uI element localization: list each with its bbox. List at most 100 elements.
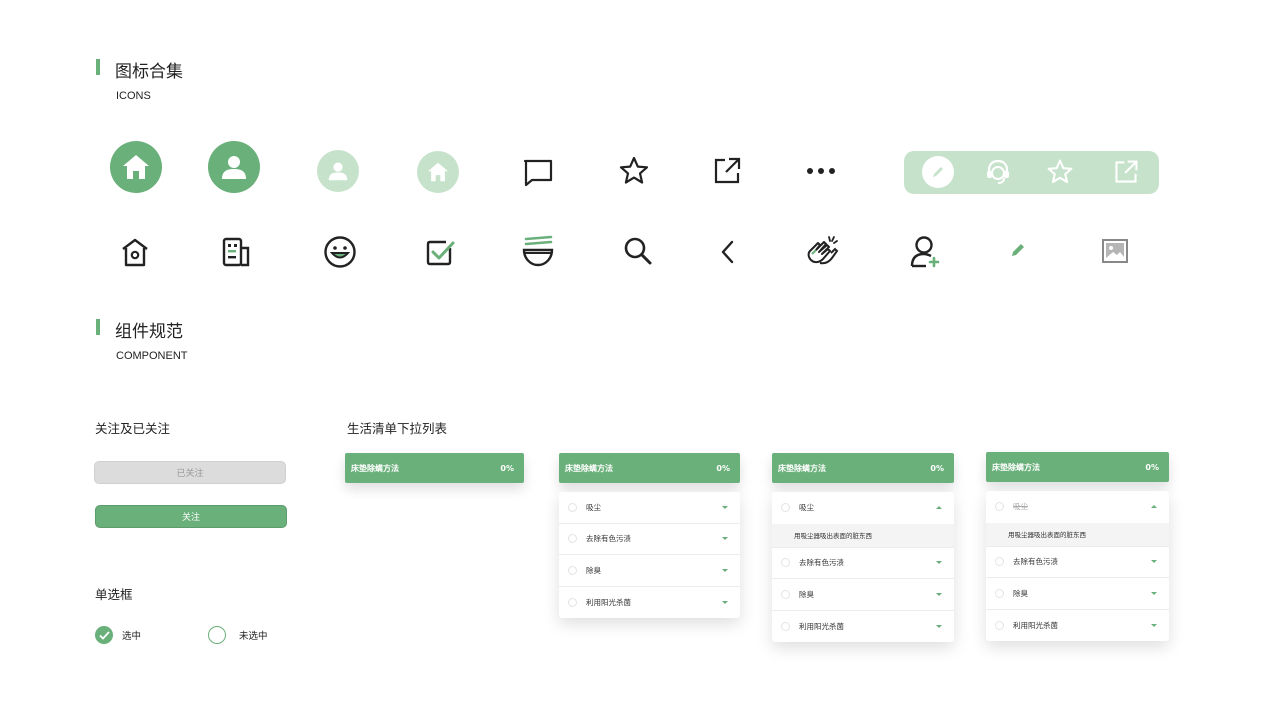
dropdown-header[interactable]: 床垫除螨方法 0% <box>986 452 1169 482</box>
item-check[interactable] <box>995 557 1004 567</box>
radio-checked-label: 选中 <box>122 631 142 642</box>
list-item[interactable]: 去除有色污渍 <box>772 548 954 579</box>
radio-unchecked[interactable]: 未选中 <box>208 626 268 644</box>
item-check[interactable] <box>781 503 790 513</box>
list-item[interactable]: 利用阳光杀菌 <box>559 587 740 619</box>
chevron-down-icon[interactable] <box>722 600 728 604</box>
dropdown-open: 床垫除螨方法 0% 吸尘 去除有色污渍 除臭 利用阳光杀菌 <box>559 453 740 618</box>
more-icon[interactable] <box>804 163 838 179</box>
dropdown-percent: 0% <box>930 463 944 473</box>
search-icon[interactable] <box>621 234 655 268</box>
user-circle-light-icon[interactable] <box>317 150 359 192</box>
star-icon[interactable] <box>1044 156 1076 188</box>
chevron-up-icon[interactable] <box>936 506 942 510</box>
dropdown-header[interactable]: 床垫除螨方法 0% <box>559 453 740 483</box>
item-check[interactable] <box>781 589 790 599</box>
chevron-down-icon[interactable] <box>936 592 942 596</box>
item-label: 去除有色污渍 <box>586 534 631 544</box>
item-check[interactable] <box>995 588 1004 598</box>
chevron-down-icon[interactable] <box>722 568 728 572</box>
chevron-down-icon[interactable] <box>936 561 942 565</box>
dropdown-header[interactable]: 床垫除螨方法 0% <box>772 453 954 483</box>
dropdown-item-done: 床垫除螨方法 0% 吸尘 用吸尘器吸出表面的脏东西 去除有色污渍 除臭 利用阳光… <box>986 452 1169 641</box>
add-user-icon[interactable] <box>908 233 944 269</box>
radio-unchecked-icon[interactable] <box>208 626 226 644</box>
item-check[interactable] <box>995 502 1004 512</box>
image-icon[interactable] <box>1100 236 1130 266</box>
star-icon[interactable] <box>617 154 651 188</box>
home-circle-light-icon[interactable] <box>417 151 459 193</box>
item-label: 利用阳光杀菌 <box>1013 620 1058 630</box>
item-detail: 用吸尘器吸出表面的脏东西 <box>986 522 1169 547</box>
chevron-down-icon[interactable] <box>722 537 728 541</box>
dropdown-header-label: 床垫除螨方法 <box>778 463 826 473</box>
dropdown-section-title: 生活清单下拉列表 <box>347 421 448 436</box>
list-item[interactable]: 利用阳光杀菌 <box>986 610 1169 642</box>
radio-section-title: 单选框 <box>95 587 133 602</box>
dropdown-header-label: 床垫除螨方法 <box>351 463 399 473</box>
section-marker <box>96 59 100 75</box>
back-icon[interactable] <box>716 238 740 266</box>
item-check[interactable] <box>568 534 577 544</box>
follow-section-title: 关注及已关注 <box>95 421 171 436</box>
list-item[interactable]: 除臭 <box>986 578 1169 610</box>
external-link-icon[interactable] <box>1110 156 1142 188</box>
chevron-down-icon[interactable] <box>1151 623 1157 627</box>
list-item[interactable]: 吸尘 <box>559 492 740 524</box>
house-icon[interactable] <box>118 235 152 269</box>
icon-pill-group <box>904 151 1159 194</box>
list-item[interactable]: 除臭 <box>559 555 740 587</box>
item-label: 吸尘 <box>586 502 601 512</box>
radio-checked[interactable]: 选中 <box>95 626 141 644</box>
followed-button[interactable]: 已关注 <box>94 461 286 484</box>
item-check[interactable] <box>568 597 577 607</box>
chevron-up-icon[interactable] <box>1151 505 1157 509</box>
home-circle-icon[interactable] <box>110 141 162 193</box>
item-label: 利用阳光杀菌 <box>586 597 631 607</box>
radio-checked-icon[interactable] <box>95 626 113 644</box>
customer-service-icon[interactable] <box>982 156 1014 188</box>
item-check[interactable] <box>568 502 577 512</box>
chevron-down-icon[interactable] <box>1151 560 1157 564</box>
clap-icon[interactable] <box>803 232 841 270</box>
list-item[interactable]: 去除有色污渍 <box>559 524 740 555</box>
smile-icon[interactable] <box>322 234 358 270</box>
bowl-icon[interactable] <box>520 233 556 269</box>
list-item[interactable]: 吸尘 <box>772 492 954 524</box>
section-title-component: 组件规范 <box>115 322 183 342</box>
item-detail: 用吸尘器吸出表面的脏东西 <box>772 523 954 548</box>
chevron-down-icon[interactable] <box>722 505 728 509</box>
item-label: 除臭 <box>799 589 814 599</box>
dropdown-expanded: 床垫除螨方法 0% 吸尘 用吸尘器吸出表面的脏东西 去除有色污渍 除臭 利用阳光… <box>772 453 954 642</box>
dropdown-header[interactable]: 床垫除螨方法 0% <box>345 453 524 483</box>
edit-icon[interactable] <box>922 156 954 188</box>
item-check[interactable] <box>781 621 790 631</box>
dropdown-percent: 0% <box>500 463 514 473</box>
dropdown-list: 吸尘 用吸尘器吸出表面的脏东西 去除有色污渍 除臭 利用阳光杀菌 <box>772 492 954 642</box>
dropdown-header-label: 床垫除螨方法 <box>565 463 613 473</box>
list-item[interactable]: 去除有色污渍 <box>986 547 1169 578</box>
radio-unchecked-label: 未选中 <box>239 631 268 642</box>
item-label: 除臭 <box>1013 588 1028 598</box>
building-icon[interactable] <box>219 235 253 269</box>
item-check[interactable] <box>781 558 790 568</box>
pencil-icon[interactable] <box>1008 240 1028 260</box>
dropdown-collapsed: 床垫除螨方法 0% <box>345 453 524 483</box>
chevron-down-icon[interactable] <box>936 624 942 628</box>
external-link-icon[interactable] <box>711 155 743 187</box>
section-title-icons: 图标合集 <box>115 62 183 82</box>
item-label: 除臭 <box>586 565 601 575</box>
follow-button[interactable]: 关注 <box>95 505 287 528</box>
message-icon[interactable] <box>521 157 555 189</box>
list-item[interactable]: 吸尘 <box>986 491 1169 523</box>
user-circle-icon[interactable] <box>208 141 260 193</box>
item-check[interactable] <box>995 620 1004 630</box>
checkbox-icon[interactable] <box>423 235 457 269</box>
item-check[interactable] <box>568 565 577 575</box>
list-item[interactable]: 除臭 <box>772 579 954 611</box>
dropdown-list: 吸尘 用吸尘器吸出表面的脏东西 去除有色污渍 除臭 利用阳光杀菌 <box>986 491 1169 641</box>
list-item[interactable]: 利用阳光杀菌 <box>772 611 954 643</box>
item-label: 去除有色污渍 <box>1013 557 1058 567</box>
section-marker <box>96 319 100 335</box>
chevron-down-icon[interactable] <box>1151 591 1157 595</box>
